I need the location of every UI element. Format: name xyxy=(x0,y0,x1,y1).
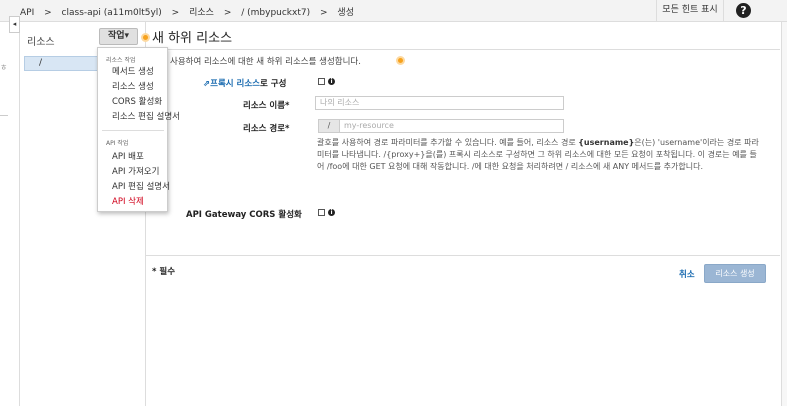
collapse-panel-icon[interactable]: ◂ xyxy=(9,16,20,33)
resource-name-input[interactable]: 나의 리소스 xyxy=(315,96,564,110)
breadcrumb-separator: > xyxy=(320,8,328,18)
enable-cors-label: API Gateway CORS 활성화 xyxy=(186,210,302,220)
menu-item-delete-api[interactable]: API 삭제 xyxy=(112,195,144,207)
resource-path-input[interactable]: my-resource xyxy=(339,119,564,133)
path-help-text: 괄호를 사용하여 경로 파라미터를 추가할 수 있습니다. 예를 들어, 리소스… xyxy=(317,138,759,171)
breadcrumb-separator: > xyxy=(171,8,180,18)
menu-group-resource-actions: 리소스 작업 xyxy=(106,57,136,64)
breadcrumb-separator: > xyxy=(44,8,52,18)
actions-menu: 리소스 작업 메서드 생성 리소스 생성 CORS 활성화 리소스 편집 설명서… xyxy=(97,47,180,212)
proxy-resource-label: ⇗프록시 리소스로 구성 xyxy=(203,79,287,89)
breadcrumb-api[interactable]: API xyxy=(20,8,34,18)
menu-item-edit-api-docs[interactable]: API 편집 설명서 xyxy=(112,180,170,192)
intro-text: 사용하여 리소스에 대한 새 하위 리소스를 생성합니다. xyxy=(170,57,361,67)
footer-divider xyxy=(146,255,780,256)
create-resource-button[interactable]: 리소스 생성 xyxy=(704,264,766,283)
resource-path-prefix: / xyxy=(318,119,340,133)
help-icon[interactable]: ? xyxy=(736,3,751,18)
nav-divider xyxy=(0,115,8,116)
vertical-scrollbar[interactable] xyxy=(781,22,787,406)
menu-item-enable-cors[interactable]: CORS 활성화 xyxy=(112,95,162,107)
breadcrumb-separator: > xyxy=(223,8,232,18)
breadcrumb-current: 생성 xyxy=(337,8,354,18)
hint-dot-icon[interactable] xyxy=(396,56,405,65)
resource-path-label: 리소스 경로* xyxy=(243,124,290,134)
breadcrumb-resources[interactable]: 리소스 xyxy=(189,8,214,18)
top-bar: API > class-api (a11m0lt5yl) > 리소스 > / (… xyxy=(0,0,787,22)
menu-divider xyxy=(102,130,164,131)
enable-cors-checkbox[interactable] xyxy=(318,209,325,216)
resource-name-label: 리소스 이름* xyxy=(243,101,290,111)
nav-marker: ㅎ xyxy=(0,63,8,72)
breadcrumb-api-name[interactable]: class-api (a11m0lt5yl) xyxy=(62,8,162,18)
show-all-hints-button[interactable]: 모든 힌트 표시 xyxy=(656,0,724,21)
title-divider xyxy=(146,49,780,50)
menu-item-import-api[interactable]: API 가져오기 xyxy=(112,165,159,177)
required-note: * 필수 xyxy=(152,267,176,277)
menu-item-deploy-api[interactable]: API 배포 xyxy=(112,150,144,162)
info-icon[interactable]: i xyxy=(328,78,335,85)
info-icon[interactable]: i xyxy=(328,209,335,216)
actions-button[interactable]: 작업▾ xyxy=(99,28,138,45)
menu-item-create-resource[interactable]: 리소스 생성 xyxy=(112,80,154,92)
breadcrumb-root-resource[interactable]: / (mbypuckxt7) xyxy=(241,8,310,18)
menu-group-api-actions: API 작업 xyxy=(106,140,129,147)
proxy-resource-checkbox[interactable] xyxy=(318,78,325,85)
page-title: 새 하위 리소스 xyxy=(152,31,233,46)
left-nav-strip: ㅎ xyxy=(0,22,20,406)
proxy-resource-link[interactable]: ⇗프록시 리소스 xyxy=(203,79,260,89)
menu-item-create-method[interactable]: 메서드 생성 xyxy=(112,65,154,77)
hint-dot-icon[interactable] xyxy=(141,33,150,42)
menu-item-edit-resource-docs[interactable]: 리소스 편집 설명서 xyxy=(112,110,180,122)
resources-title: 리소스 xyxy=(27,37,55,48)
cancel-link[interactable]: 취소 xyxy=(679,268,695,280)
breadcrumb: API > class-api (a11m0lt5yl) > 리소스 > / (… xyxy=(20,5,361,18)
